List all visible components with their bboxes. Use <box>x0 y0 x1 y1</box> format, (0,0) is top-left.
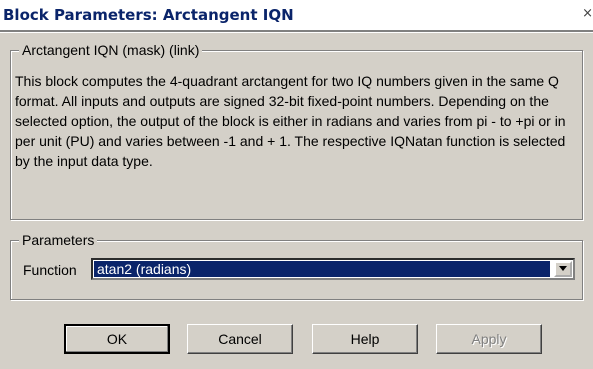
title-separator <box>0 30 593 33</box>
parameters-group: Parameters Function atan2 (radians) <box>10 232 583 300</box>
chevron-down-icon <box>559 266 567 271</box>
function-select-value: atan2 (radians) <box>94 261 550 277</box>
mask-description: This block computes the 4-quadrant arcta… <box>15 73 566 169</box>
mask-group-legend: Arctangent IQN (mask) (link) <box>19 42 203 58</box>
apply-button[interactable]: Apply <box>436 324 542 354</box>
close-icon[interactable]: × <box>582 6 593 21</box>
dropdown-arrow-button[interactable] <box>554 261 572 277</box>
cancel-button[interactable]: Cancel <box>187 324 293 354</box>
mask-group: Arctangent IQN (mask) (link) This block … <box>10 42 583 220</box>
parameters-group-legend: Parameters <box>19 232 98 248</box>
window-title: Block Parameters: Arctangent IQN <box>3 6 294 24</box>
function-label: Function <box>23 262 77 278</box>
help-button[interactable]: Help <box>312 324 418 354</box>
ok-button[interactable]: OK <box>64 324 170 354</box>
function-select[interactable]: atan2 (radians) <box>91 258 575 280</box>
title-bar: Block Parameters: Arctangent IQN × <box>0 0 593 30</box>
